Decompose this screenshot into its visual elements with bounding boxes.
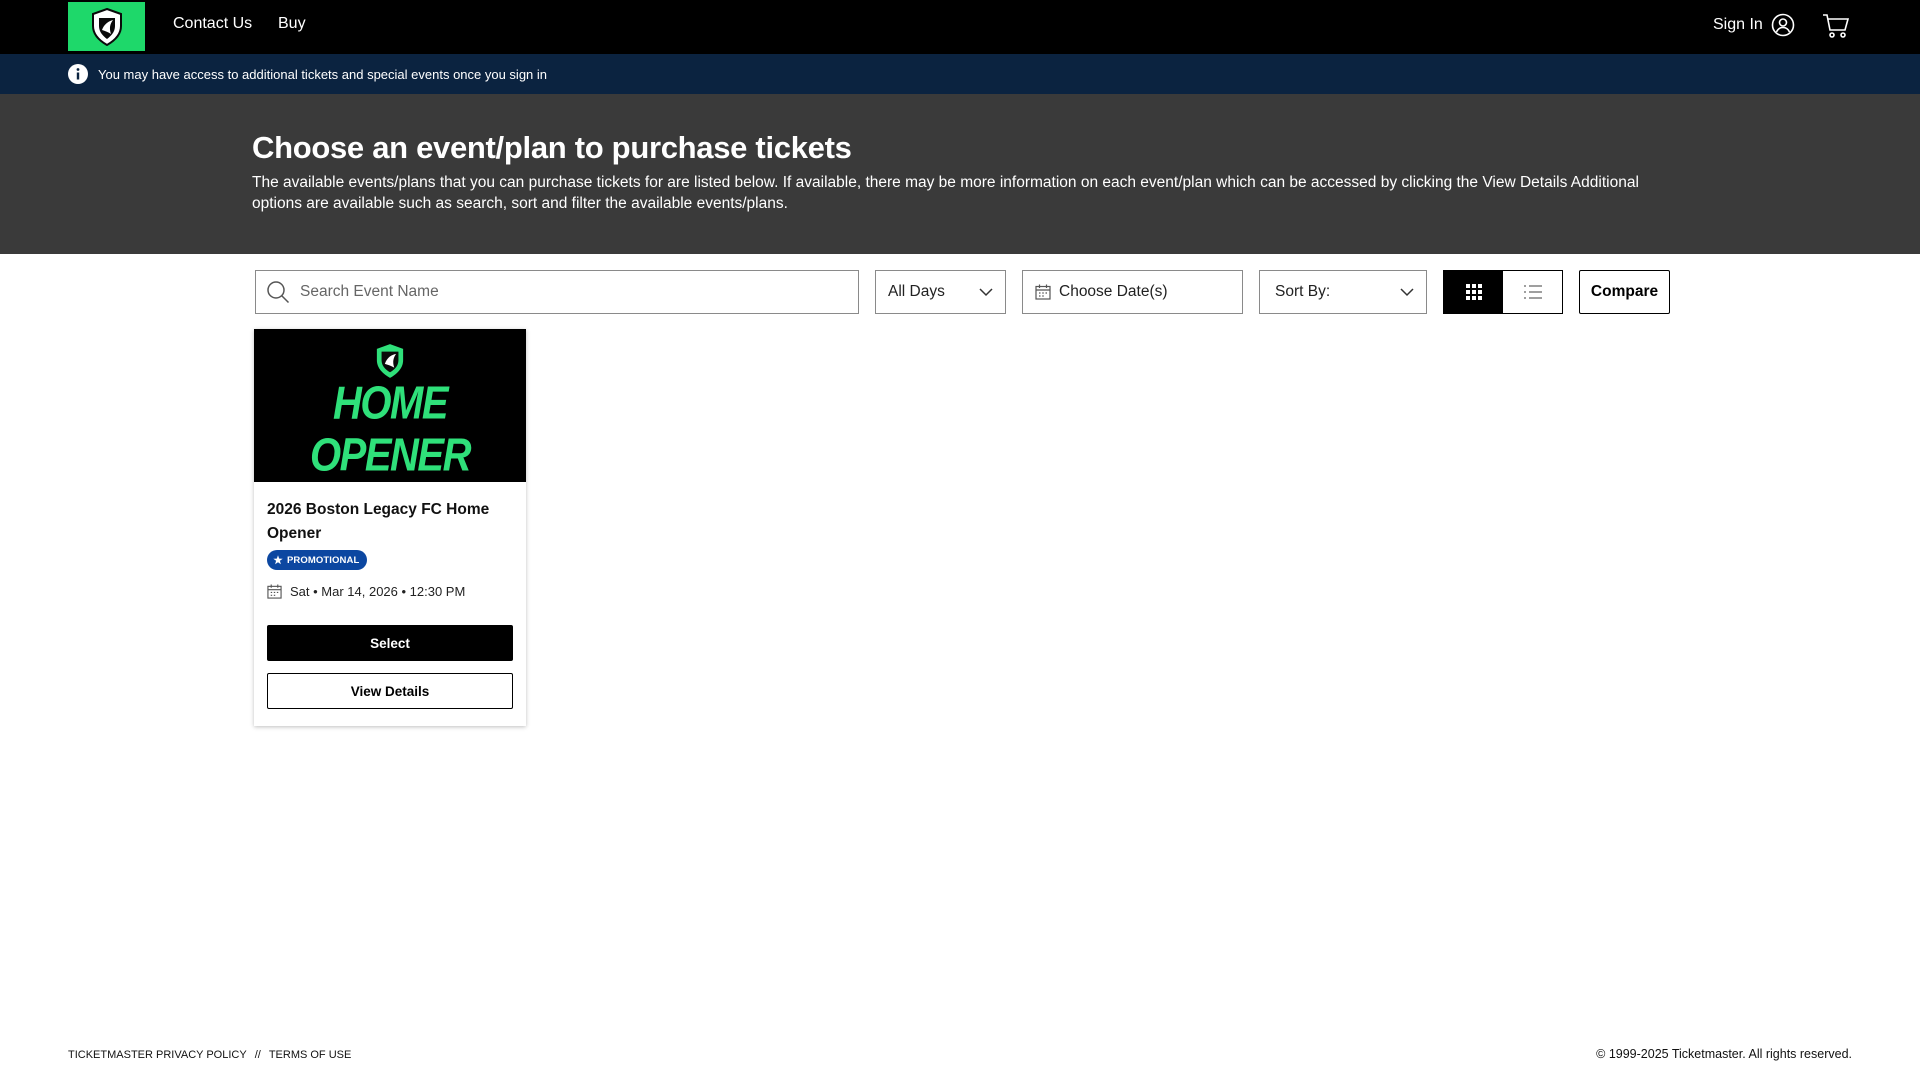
hero-banner: Choose an event/plan to purchase tickets… bbox=[0, 94, 1920, 254]
footer-separator: // bbox=[254, 1049, 261, 1061]
chevron-down-icon bbox=[979, 288, 993, 297]
date-picker-label: Choose Date(s) bbox=[1059, 283, 1168, 300]
sort-label: Sort By: bbox=[1275, 283, 1331, 300]
search-icon bbox=[267, 281, 290, 304]
list-view-button[interactable] bbox=[1503, 271, 1562, 313]
search-box[interactable] bbox=[255, 270, 859, 314]
calendar-icon bbox=[1035, 284, 1051, 300]
crest-icon bbox=[91, 7, 122, 46]
sign-in-button[interactable]: Sign In bbox=[1713, 13, 1795, 37]
crest-icon bbox=[376, 344, 404, 378]
cart-icon bbox=[1823, 14, 1850, 38]
sign-in-info-bar: You may have access to additional ticket… bbox=[0, 54, 1920, 94]
info-icon bbox=[68, 64, 88, 84]
cart-button[interactable] bbox=[1822, 13, 1850, 44]
star-icon bbox=[273, 555, 283, 565]
calendar-icon bbox=[267, 584, 282, 599]
scrollbar-track[interactable] bbox=[1920, 94, 1932, 1080]
badge-label: PROMOTIONAL bbox=[287, 554, 360, 566]
grid-view-button[interactable] bbox=[1444, 271, 1503, 313]
event-image-title: HOME OPENER bbox=[310, 378, 471, 481]
grid-icon bbox=[1465, 284, 1482, 300]
footer-links: TICKETMASTER PRIVACY POLICY // TERMS OF … bbox=[68, 1049, 351, 1061]
top-navigation: Contact Us Buy Sign In bbox=[0, 0, 1920, 54]
nav-buy[interactable]: Buy bbox=[278, 15, 306, 33]
event-image[interactable]: HOME OPENER bbox=[254, 329, 526, 482]
days-filter-value: All Days bbox=[888, 283, 945, 300]
search-input[interactable] bbox=[300, 283, 840, 301]
days-filter-dropdown[interactable]: All Days bbox=[875, 270, 1006, 314]
date-picker[interactable]: Choose Date(s) bbox=[1022, 270, 1243, 314]
event-card: HOME OPENER 2026 Boston Legacy FC Home O… bbox=[254, 329, 526, 726]
team-logo[interactable] bbox=[68, 2, 145, 51]
event-title: 2026 Boston Legacy FC Home Opener bbox=[267, 501, 490, 542]
terms-of-use-link[interactable]: TERMS OF USE bbox=[269, 1049, 352, 1061]
page-description: The available events/plans that you can … bbox=[252, 174, 1639, 212]
nav-contact-us[interactable]: Contact Us bbox=[173, 15, 252, 33]
event-date: Sat • Mar 14, 2026 • 12:30 PM bbox=[267, 584, 465, 599]
copyright: © 1999-2025 Ticketmaster. All rights res… bbox=[1596, 1047, 1852, 1061]
info-message: You may have access to additional ticket… bbox=[98, 66, 548, 82]
promotional-badge: PROMOTIONAL bbox=[267, 550, 368, 570]
privacy-policy-link[interactable]: TICKETMASTER PRIVACY POLICY bbox=[68, 1049, 247, 1061]
page-title: Choose an event/plan to purchase tickets bbox=[252, 130, 852, 165]
event-date-text: Sat • Mar 14, 2026 • 12:30 PM bbox=[290, 584, 466, 599]
list-icon bbox=[1523, 285, 1542, 299]
view-toggle bbox=[1443, 270, 1563, 314]
compare-button[interactable]: Compare bbox=[1579, 270, 1670, 314]
user-icon bbox=[1771, 13, 1795, 37]
sort-dropdown[interactable]: Sort By: bbox=[1259, 270, 1427, 314]
sign-in-label: Sign In bbox=[1713, 16, 1763, 33]
select-button[interactable]: Select bbox=[267, 625, 513, 661]
view-details-button[interactable]: View Details bbox=[267, 673, 513, 709]
chevron-down-icon bbox=[1400, 288, 1414, 297]
